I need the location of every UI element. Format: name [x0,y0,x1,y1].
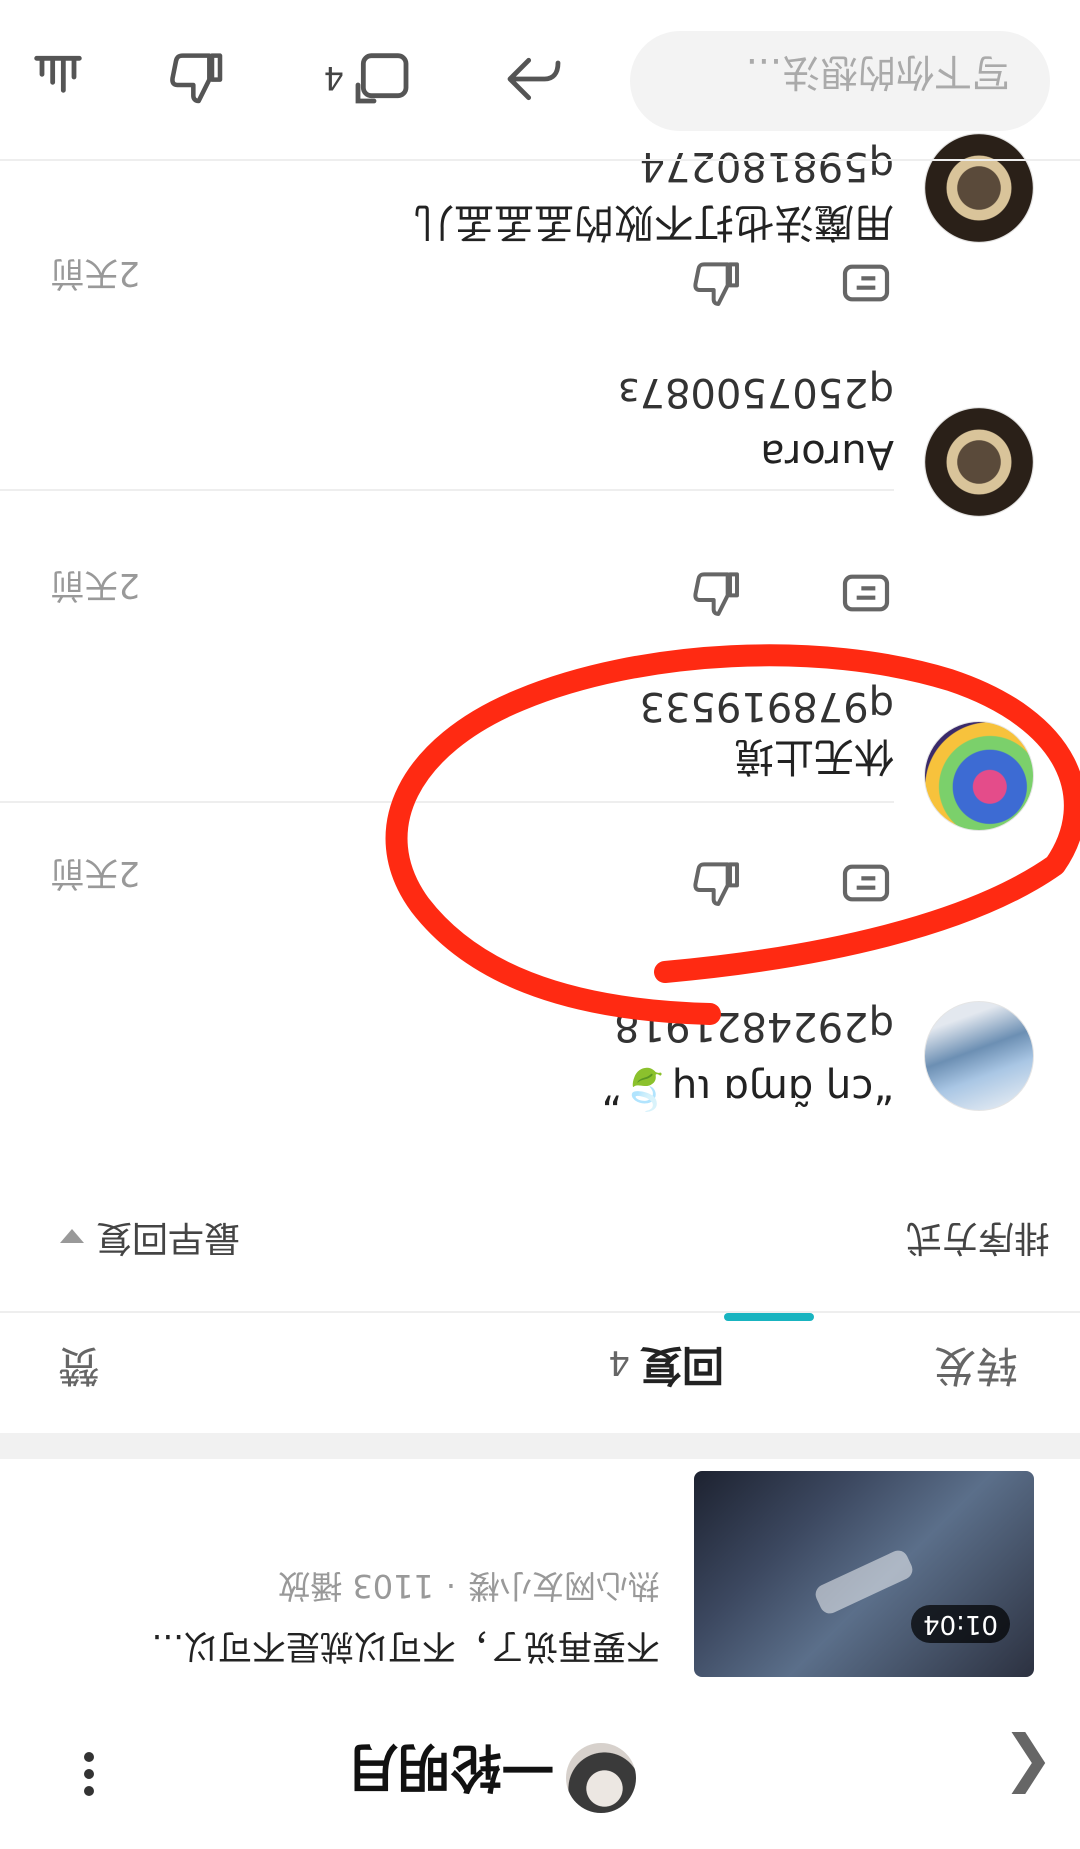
red-circle-annotation [385,644,1080,1025]
screen: ❮ 一轮明月 01:04 不要再说了，不可以就是不可以... 热心网友小楼·11… [0,0,1080,1849]
annotation-overlay [385,644,1080,1025]
